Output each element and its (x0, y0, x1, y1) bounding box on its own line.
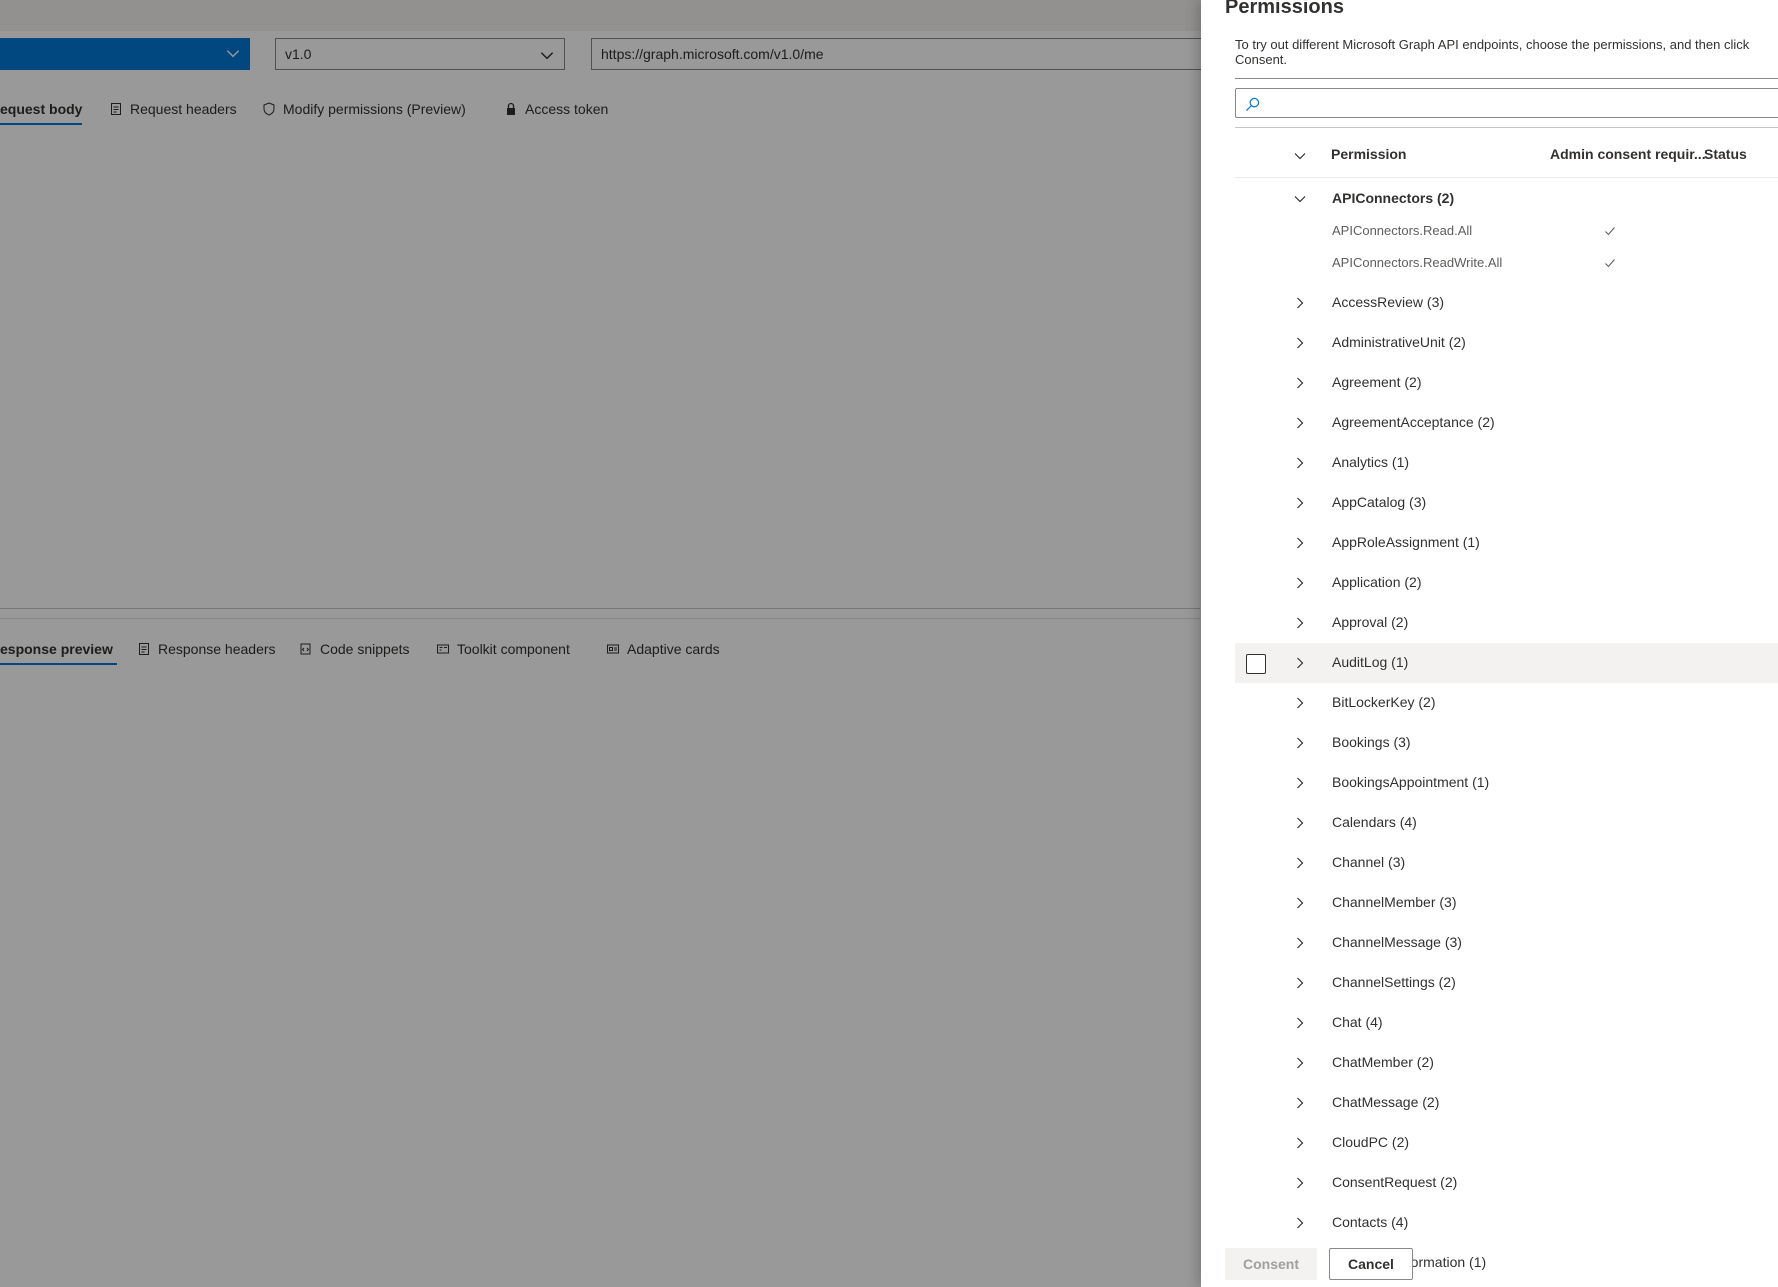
group-row[interactable]: AdministrativeUnit (2) (1235, 323, 1778, 363)
group-label: Application (2) (1332, 574, 1422, 590)
search-input[interactable] (1268, 89, 1768, 117)
group-row[interactable]: AppCatalog (3) (1235, 483, 1778, 523)
group-label: Chat (4) (1332, 1014, 1383, 1030)
cancel-button[interactable]: Cancel (1329, 1248, 1413, 1280)
group-label: AppRoleAssignment (1) (1332, 534, 1480, 550)
group-label: BookingsAppointment (1) (1332, 774, 1490, 790)
group-row-expanded[interactable]: APIConnectors (2) (1235, 179, 1778, 219)
chevron-right-icon[interactable] (1292, 895, 1308, 911)
chevron-right-icon[interactable] (1292, 455, 1308, 471)
group-row[interactable]: Contacts (4) (1235, 1203, 1778, 1243)
group-label: Calendars (4) (1332, 814, 1417, 830)
chevron-right-icon[interactable] (1292, 535, 1308, 551)
group-label: Agreement (2) (1332, 374, 1422, 390)
column-header-status[interactable]: Status (1704, 146, 1747, 162)
group-row[interactable]: AgreementAcceptance (2) (1235, 403, 1778, 443)
group-label: ChatMessage (2) (1332, 1094, 1440, 1110)
chevron-right-icon[interactable] (1292, 855, 1308, 871)
group-row[interactable]: Application (2) (1235, 563, 1778, 603)
chevron-right-icon[interactable] (1292, 1215, 1308, 1231)
chevron-right-icon[interactable] (1292, 615, 1308, 631)
panel-title: Permissions (1225, 0, 1344, 18)
chevron-down-icon[interactable] (1292, 191, 1308, 207)
group-label: AccessReview (3) (1332, 294, 1445, 310)
chevron-right-icon[interactable] (1292, 1055, 1308, 1071)
chevron-right-icon[interactable] (1292, 1015, 1308, 1031)
permission-label: APIConnectors.Read.All (1332, 223, 1473, 238)
divider (1235, 78, 1778, 79)
group-row[interactable]: Analytics (1) (1235, 443, 1778, 483)
column-header-admin-consent[interactable]: Admin consent requir... (1550, 146, 1706, 162)
group-label: APIConnectors (2) (1332, 190, 1455, 206)
permission-row[interactable]: APIConnectors.Read.All (1235, 216, 1778, 248)
chevron-right-icon[interactable] (1292, 375, 1308, 391)
group-row[interactable]: Channel (3) (1235, 843, 1778, 883)
chevron-right-icon[interactable] (1292, 495, 1308, 511)
group-label: Channel (3) (1332, 854, 1406, 870)
group-row[interactable]: Chat (4) (1235, 1003, 1778, 1043)
group-label: Analytics (1) (1332, 454, 1410, 470)
chevron-right-icon[interactable] (1292, 935, 1308, 951)
divider (1235, 177, 1778, 178)
group-label: ChatMember (2) (1332, 1054, 1434, 1070)
permission-label: APIConnectors.ReadWrite.All (1332, 255, 1503, 270)
group-row[interactable]: ConsentRequest (2) (1235, 1163, 1778, 1203)
chevron-right-icon[interactable] (1292, 775, 1308, 791)
group-label: BitLockerKey (2) (1332, 694, 1436, 710)
chevron-right-icon[interactable] (1292, 295, 1308, 311)
group-label: Contacts (4) (1332, 1214, 1409, 1230)
group-row[interactable]: AccessReview (3) (1235, 283, 1778, 323)
chevron-right-icon[interactable] (1292, 655, 1308, 671)
divider (1235, 127, 1778, 128)
group-label: CloudPC (2) (1332, 1134, 1410, 1150)
chevron-right-icon[interactable] (1292, 415, 1308, 431)
group-row[interactable]: ChannelMember (3) (1235, 883, 1778, 923)
group-label: AdministrativeUnit (2) (1332, 334, 1466, 350)
chevron-right-icon[interactable] (1292, 1175, 1308, 1191)
panel-footer: nformation (1) Consent Cancel (1201, 1241, 1778, 1287)
group-row[interactable]: Calendars (4) (1235, 803, 1778, 843)
chevron-right-icon[interactable] (1292, 735, 1308, 751)
group-row[interactable]: ChatMessage (2) (1235, 1083, 1778, 1123)
group-label: ConsentRequest (2) (1332, 1174, 1458, 1190)
group-label: ChannelMessage (3) (1332, 934, 1462, 950)
group-row[interactable]: Bookings (3) (1235, 723, 1778, 763)
chevron-right-icon[interactable] (1292, 1095, 1308, 1111)
checkmark-icon (1605, 259, 1615, 268)
group-label: ChannelSettings (2) (1332, 974, 1456, 990)
row-checkbox[interactable] (1246, 654, 1266, 674)
panel-description: To try out different Microsoft Graph API… (1235, 37, 1750, 67)
group-label: AppCatalog (3) (1332, 494, 1427, 510)
group-row[interactable]: BitLockerKey (2) (1235, 683, 1778, 723)
group-label: AgreementAcceptance (2) (1332, 414, 1495, 430)
group-label: AuditLog (1) (1332, 654, 1409, 670)
group-row[interactable]: AuditLog (1) (1235, 643, 1778, 683)
chevron-right-icon[interactable] (1292, 695, 1308, 711)
group-row[interactable]: BookingsAppointment (1) (1235, 763, 1778, 803)
permission-search-box[interactable] (1235, 88, 1778, 118)
permissions-panel: Permissions To try out different Microso… (1201, 0, 1778, 1287)
chevron-right-icon[interactable] (1292, 815, 1308, 831)
group-label: ChannelMember (3) (1332, 894, 1457, 910)
group-row[interactable]: Approval (2) (1235, 603, 1778, 643)
permission-row[interactable]: APIConnectors.ReadWrite.All (1235, 248, 1778, 280)
group-label: Approval (2) (1332, 614, 1409, 630)
chevron-right-icon[interactable] (1292, 1135, 1308, 1151)
group-row[interactable]: Agreement (2) (1235, 363, 1778, 403)
collapse-all-icon[interactable] (1292, 148, 1308, 164)
group-row[interactable]: ChannelSettings (2) (1235, 963, 1778, 1003)
group-row[interactable]: ChannelMessage (3) (1235, 923, 1778, 963)
column-header-permission[interactable]: Permission (1331, 146, 1406, 162)
group-label: Bookings (3) (1332, 734, 1411, 750)
checkmark-icon (1605, 227, 1615, 236)
group-row[interactable]: AppRoleAssignment (1) (1235, 523, 1778, 563)
group-row[interactable]: CloudPC (2) (1235, 1123, 1778, 1163)
chevron-right-icon[interactable] (1292, 335, 1308, 351)
chevron-right-icon[interactable] (1292, 575, 1308, 591)
chevron-right-icon[interactable] (1292, 975, 1308, 991)
search-icon (1245, 97, 1260, 112)
group-row[interactable]: ChatMember (2) (1235, 1043, 1778, 1083)
consent-button[interactable]: Consent (1225, 1248, 1317, 1280)
